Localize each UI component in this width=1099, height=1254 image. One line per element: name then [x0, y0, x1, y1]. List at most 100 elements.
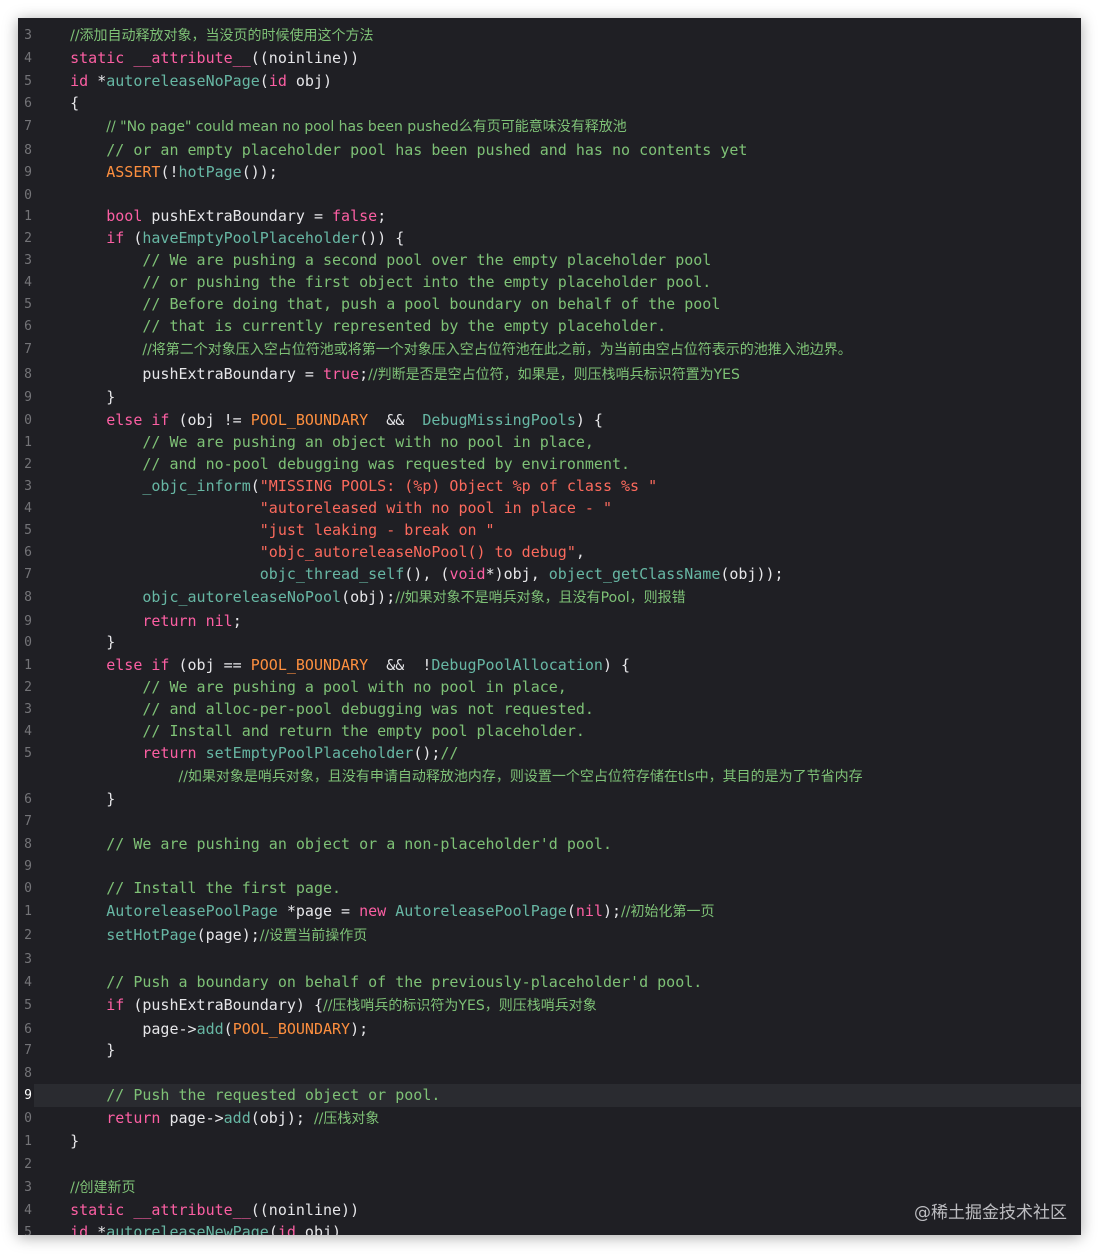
comment-token: //创建新页	[70, 1180, 136, 1196]
code-line[interactable]: pushExtraBoundary = true;//判断是否是空占位符，如果是…	[34, 363, 1081, 386]
code-line[interactable]: "objc_autoreleaseNoPool() to debug",	[34, 541, 1081, 564]
code-line[interactable]: else if (obj != POOL_BOUNDARY && DebugMi…	[34, 409, 1081, 432]
line-number: 7	[24, 342, 32, 357]
plain-token: );	[350, 1020, 369, 1038]
code-line[interactable]: // "No page" could mean no pool has been…	[34, 115, 1081, 138]
code-line[interactable]: // or an empty placeholder pool has been…	[34, 139, 1081, 162]
comment-token: // or pushing the first object into the …	[142, 273, 712, 291]
code-line[interactable]: }	[34, 386, 1081, 409]
kw-token: else	[106, 656, 143, 674]
code-line[interactable]: bool pushExtraBoundary = false;	[34, 205, 1081, 228]
code-line[interactable]: // We are pushing an object with no pool…	[34, 431, 1081, 454]
code-line[interactable]	[34, 1153, 1081, 1176]
line-number: 4	[24, 975, 32, 990]
code-line[interactable]: "just leaking - break on "	[34, 519, 1081, 542]
code-line[interactable]: }	[34, 1130, 1081, 1153]
code-line[interactable]: // Install and return the empty pool pla…	[34, 720, 1081, 743]
kw-token: id	[268, 72, 287, 90]
comment-token: // that is currently represented by the …	[142, 317, 667, 335]
code-line[interactable]	[34, 948, 1081, 971]
code-editor[interactable]: 3 4 5 6 7 8 9 0 1 2 3 4 5 6 7 8 9 0 1 2 3 4 5 6 7 8 9 0 1 2 3 4 5 6 7 8 9 0 1 2…	[18, 18, 1081, 1235]
plain-token: (obj);	[250, 1109, 314, 1127]
code-line[interactable]	[34, 855, 1081, 878]
code-line[interactable]: objc_thread_self(), (void*)obj, object_g…	[34, 563, 1081, 586]
plain-token: (	[259, 72, 269, 90]
code-line[interactable]: // or pushing the first object into the …	[34, 271, 1081, 294]
fn-token: objc_thread_self	[259, 565, 405, 583]
fn-token: AutoreleasePoolPage	[395, 902, 567, 920]
code-line[interactable]: //将第二个对象压入空占位符池或将第一个对象压入空占位符池在此之前，为当前由空占…	[34, 338, 1081, 361]
code-line[interactable]: // Install the first page.	[34, 877, 1081, 900]
code-line[interactable]: id *autoreleaseNoPage(id obj)	[34, 70, 1081, 93]
code-line[interactable]: if (pushExtraBoundary) {//压栈哨兵的标识符为YES，则…	[34, 994, 1081, 1017]
plain-token: ((noinline))	[250, 1201, 360, 1219]
line-number: 6	[24, 319, 32, 334]
code-line[interactable]: "autoreleased with no pool in place - "	[34, 497, 1081, 520]
plain-token: (	[223, 1020, 233, 1038]
kw-token: return	[106, 1109, 161, 1127]
line-number: 5	[24, 998, 32, 1013]
code-line[interactable]: objc_autoreleaseNoPool(obj);//如果对象不是哨兵对象…	[34, 586, 1081, 609]
code-line[interactable]: // We are pushing an object or a non-pla…	[34, 833, 1081, 856]
code-line[interactable]: // Push a boundary on behalf of the prev…	[34, 971, 1081, 994]
code-line[interactable]	[34, 184, 1081, 207]
code-line[interactable]: //如果对象是哨兵对象，且没有申请自动释放池内存，则设置一个空占位符存储在tls…	[34, 765, 1081, 788]
code-line[interactable]: if (haveEmptyPoolPlaceholder()) {	[34, 227, 1081, 250]
code-line[interactable]: // that is currently represented by the …	[34, 315, 1081, 338]
line-number: 2	[24, 457, 32, 472]
code-line[interactable]: id *autoreleaseNewPage(id obj)	[34, 1221, 1081, 1235]
code-line[interactable]: // Before doing that, push a pool bounda…	[34, 293, 1081, 316]
comment-token: //将第二个对象压入空占位符池或将第一个对象压入空占位符池在此之前，为当前由空占…	[142, 342, 852, 358]
code-line[interactable]: return nil;	[34, 610, 1081, 633]
plain-token: ((noinline))	[250, 49, 360, 67]
code-line[interactable]: setHotPage(page);//设置当前操作页	[34, 924, 1081, 947]
plain-token: obj)	[295, 1223, 342, 1235]
comment-token: // We are pushing an object or a non-pla…	[106, 835, 612, 853]
code-line[interactable]: ASSERT(!hotPage());	[34, 161, 1081, 184]
kw-token: if	[151, 411, 170, 429]
code-line[interactable]: // and no-pool debugging was requested b…	[34, 453, 1081, 476]
code-line[interactable]: AutoreleasePoolPage *page = new Autorele…	[34, 900, 1081, 923]
kw-token: nil	[575, 902, 603, 920]
code-line[interactable]: // Push the requested object or pool.	[34, 1084, 1081, 1107]
line-number: 4	[24, 51, 32, 66]
line-number: 8	[24, 590, 32, 605]
kw-token: if	[106, 996, 125, 1014]
line-number: 5	[24, 746, 32, 761]
code-line[interactable]: {	[34, 92, 1081, 115]
kw-token: else	[106, 411, 143, 429]
line-number: 1	[24, 904, 32, 919]
line-number: 2	[24, 231, 32, 246]
plain-token: pushExtraBoundary =	[142, 207, 333, 225]
code-line[interactable]: page->add(POOL_BOUNDARY);	[34, 1018, 1081, 1041]
code-line[interactable]: // We are pushing a pool with no pool in…	[34, 676, 1081, 699]
code-line[interactable]: //创建新页	[34, 1176, 1081, 1199]
code-line[interactable]: // and alloc-per-pool debugging was not …	[34, 698, 1081, 721]
code-line[interactable]: // We are pushing a second pool over the…	[34, 249, 1081, 272]
code-line[interactable]: else if (obj == POOL_BOUNDARY && !DebugP…	[34, 654, 1081, 677]
code-line[interactable]	[34, 810, 1081, 833]
code-line[interactable]: return setEmptyPoolPlaceholder();//	[34, 742, 1081, 765]
code-line[interactable]: //添加自动释放对象，当没页的时候使用这个方法	[34, 24, 1081, 47]
code-line[interactable]: }	[34, 1039, 1081, 1062]
kw-token: if	[151, 656, 170, 674]
code-line[interactable]: return page->add(obj); //压栈对象	[34, 1107, 1081, 1130]
code-line[interactable]: _objc_inform("MISSING POOLS: (%p) Object…	[34, 475, 1081, 498]
code-line[interactable]: }	[34, 631, 1081, 654]
code-line[interactable]	[34, 1062, 1081, 1085]
line-number: 3	[24, 253, 32, 268]
code-line[interactable]: static __attribute__((noinline))	[34, 47, 1081, 70]
code-line[interactable]: }	[34, 788, 1081, 811]
